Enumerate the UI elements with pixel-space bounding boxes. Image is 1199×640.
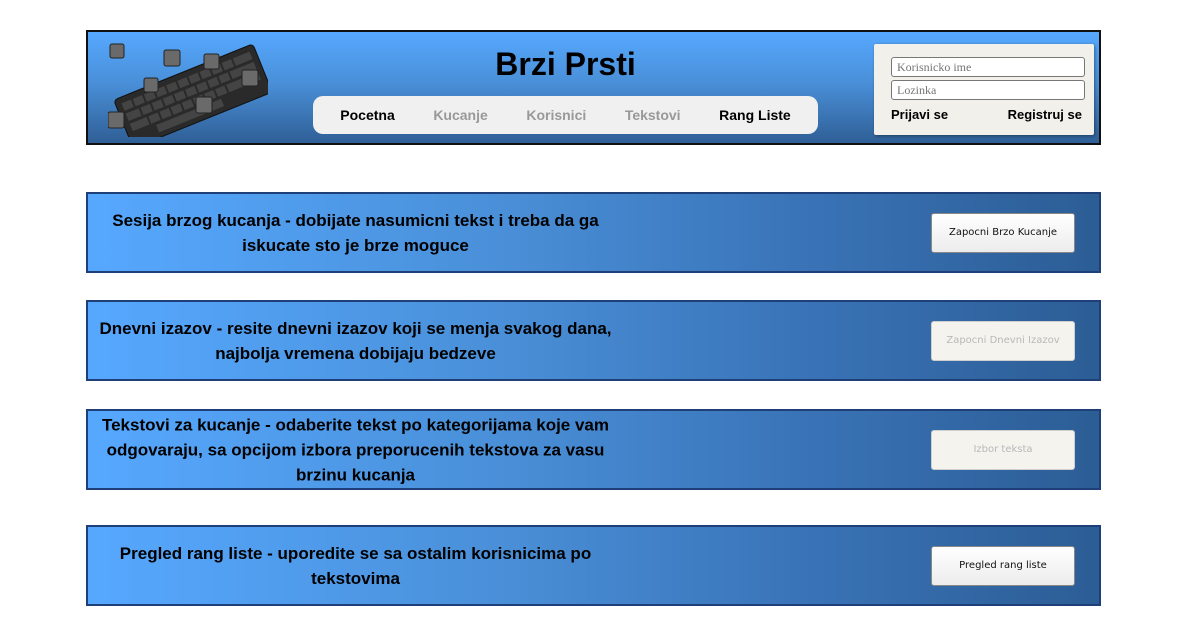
password-input[interactable] xyxy=(891,80,1085,100)
daily-challenge-panel: Dnevni izazov - resite dnevni izazov koj… xyxy=(86,300,1101,381)
quick-typing-panel: Sesija brzog kucanja - dobijate nasumicn… xyxy=(86,192,1101,273)
start-daily-challenge-button[interactable]: Zapocni Dnevni Izazov xyxy=(931,320,1075,361)
nav-item-rang-liste[interactable]: Rang Liste xyxy=(719,107,791,123)
panel-description: Tekstovi za kucanje - odaberite tekst po… xyxy=(101,415,610,484)
panel-description: Pregled rang liste - uporedite se sa ost… xyxy=(119,543,592,588)
choose-text-button[interactable]: Izbor teksta xyxy=(931,429,1075,470)
view-leaderboard-button[interactable]: Pregled rang liste xyxy=(931,545,1075,586)
nav-item-korisnici[interactable]: Korisnici xyxy=(526,107,586,123)
start-quick-typing-button[interactable]: Zapocni Brzo Kucanje xyxy=(931,212,1075,253)
site-title: Brzi Prsti xyxy=(495,46,636,82)
login-box: Prijavi se Registruj se xyxy=(874,44,1094,135)
username-input[interactable] xyxy=(891,57,1085,77)
panel-description: Sesija brzog kucanja - dobijate nasumicn… xyxy=(112,210,599,255)
register-link[interactable]: Registruj se xyxy=(1008,107,1082,122)
panel-description: Dnevni izazov - resite dnevni izazov koj… xyxy=(99,318,612,363)
nav-item-kucanje[interactable]: Kucanje xyxy=(433,107,487,123)
typing-texts-panel: Tekstovi za kucanje - odaberite tekst po… xyxy=(86,409,1101,490)
login-link[interactable]: Prijavi se xyxy=(891,107,948,122)
site-header: Brzi Prsti Pocetna Kucanje Korisnici Tek… xyxy=(86,30,1101,145)
keyboard-logo-icon xyxy=(108,43,268,137)
nav-item-tekstovi[interactable]: Tekstovi xyxy=(625,107,681,123)
leaderboard-panel: Pregled rang liste - uporedite se sa ost… xyxy=(86,525,1101,606)
main-nav: Pocetna Kucanje Korisnici Tekstovi Rang … xyxy=(313,96,818,134)
nav-item-pocetna[interactable]: Pocetna xyxy=(340,107,394,123)
